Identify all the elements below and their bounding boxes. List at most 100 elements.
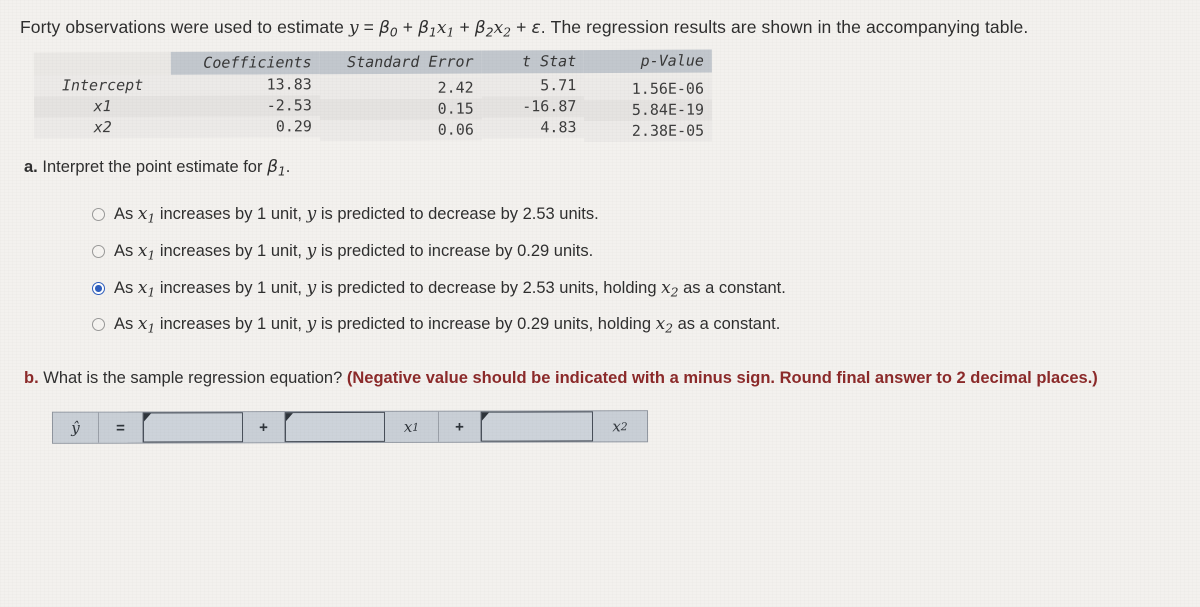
x1-term: x1 <box>437 18 455 40</box>
x1-var-subscript: 1 <box>412 420 420 434</box>
part-a-question: a. Interpret the point estimate for β1. <box>24 157 1180 178</box>
radio-button-option-3[interactable] <box>92 281 105 295</box>
prompt-suffix-text: . The regression results are shown in th… <box>540 17 1029 37</box>
option-3-y-symbol: y <box>306 277 317 298</box>
cell-x1-standard-error: 0.15 <box>319 98 482 121</box>
intercept-input-cell[interactable] <box>142 412 244 443</box>
table-header-row: Coefficients Standard Error t Stat p-Val… <box>33 49 712 76</box>
equation-plus-3: + <box>516 17 527 37</box>
prompt-prefix-text: Forty observations were used to estimate <box>20 17 345 37</box>
option-4-middle-text: increases by 1 unit, <box>159 315 303 334</box>
header-standard-error: Standard Error <box>319 50 482 75</box>
option-1-variable: x1 <box>138 204 156 226</box>
option-4-y-symbol: y <box>306 314 317 335</box>
option-4-variable: x1 <box>137 314 156 336</box>
x1-subscript: 1 <box>446 25 455 40</box>
beta1-term: β1 <box>418 18 437 40</box>
option-label-2: As x1 increases by 1 unit, y is predicte… <box>114 241 593 264</box>
option-4-prefix: As <box>114 315 134 334</box>
row-label-x1: x1 <box>34 95 172 118</box>
part-a-beta1: β1 <box>267 156 286 179</box>
beta0-subscript: 0 <box>389 25 398 40</box>
regression-results-table: Coefficients Standard Error t Stat p-Val… <box>33 49 713 143</box>
radio-button-option-4[interactable] <box>92 318 105 332</box>
option-2-prefix: As <box>114 242 134 261</box>
b1-input-cell[interactable] <box>284 412 386 443</box>
x1-variable-label: x1 <box>384 412 440 443</box>
beta2-symbol: β <box>474 18 486 38</box>
cell-intercept-coefficient: 13.83 <box>171 74 320 96</box>
option-1-y-symbol: y <box>306 204 317 225</box>
option-2-middle-text: increases by 1 unit, <box>159 242 303 261</box>
option-2-var-symbol: x <box>137 241 148 262</box>
x1-var-symbol: x <box>403 418 413 437</box>
equals-label: = <box>98 412 144 444</box>
x2-term: x2 <box>493 18 512 40</box>
option-3-holding-tail: as a constant. <box>683 278 786 297</box>
part-a-options-group[interactable]: As x1 increases by 1 unit, y is predicte… <box>92 204 1180 337</box>
option-label-3: As x1 increases by 1 unit, y is predicte… <box>114 278 786 301</box>
option-3-tail-text: is predicted to decrease by 2.53 units, … <box>320 278 657 297</box>
option-2-var-subscript: 1 <box>147 248 156 263</box>
x2-symbol: x <box>493 18 504 38</box>
x2-variable-label: x2 <box>592 411 648 442</box>
equation-equals: = <box>363 17 374 37</box>
cell-x2-p-value: 2.38E-05 <box>584 120 713 143</box>
b1-input[interactable] <box>285 413 385 442</box>
option-3-prefix: As <box>114 278 134 297</box>
option-label-1: As x1 increases by 1 unit, y is predicte… <box>114 204 599 227</box>
option-row-1[interactable]: As x1 increases by 1 unit, y is predicte… <box>92 204 1180 227</box>
part-b-label: b. <box>24 369 39 388</box>
part-b-note: (Negative value should be indicated with… <box>346 369 1098 388</box>
part-b-text: What is the sample regression equation? <box>43 369 343 388</box>
option-1-tail-text: is predicted to decrease by 2.53 units. <box>320 205 599 224</box>
option-3-holding-var-subscript: 2 <box>670 285 679 300</box>
cell-intercept-t-stat: 5.71 <box>481 75 585 97</box>
row-label-intercept: Intercept <box>33 74 172 97</box>
table-corner-header <box>33 51 172 76</box>
x2-var-subscript: 2 <box>620 420 628 434</box>
part-a-beta-subscript: 1 <box>277 164 286 179</box>
beta1-symbol: β <box>418 18 430 38</box>
option-2-tail-text: is predicted to increase by 0.29 units. <box>320 242 594 261</box>
equation-plus-2: + <box>459 17 470 37</box>
header-coefficients: Coefficients <box>171 51 320 75</box>
intercept-input[interactable] <box>143 413 243 442</box>
option-4-holding-variable: x2 <box>655 314 673 336</box>
quiz-page: Forty observations were used to estimate… <box>0 0 1200 445</box>
part-a-beta-symbol: β <box>267 156 278 177</box>
plus-operator-2: + <box>438 412 482 443</box>
b2-input[interactable] <box>481 412 593 442</box>
question-prompt: Forty observations were used to estimate… <box>20 16 1180 41</box>
option-row-3[interactable]: As x1 increases by 1 unit, y is predicte… <box>92 278 1180 301</box>
option-3-var-symbol: x <box>137 277 148 298</box>
option-1-middle-text: increases by 1 unit, <box>159 205 303 224</box>
part-a-label: a. <box>24 157 38 176</box>
beta2-subscript: 2 <box>485 25 494 40</box>
yhat-label: ŷ <box>52 413 100 444</box>
radio-button-option-1[interactable] <box>92 208 105 222</box>
header-t-stat: t Stat <box>481 50 585 74</box>
option-row-2[interactable]: As x1 increases by 1 unit, y is predicte… <box>92 241 1180 264</box>
option-4-holding-var-subscript: 2 <box>665 321 673 336</box>
beta1-subscript: 1 <box>429 25 437 40</box>
b2-input-cell[interactable] <box>480 411 594 443</box>
option-row-4[interactable]: As x1 increases by 1 unit, y is predicte… <box>92 314 1180 337</box>
option-2-variable: x1 <box>137 241 156 263</box>
cell-x1-coefficient: -2.53 <box>171 95 320 117</box>
option-4-var-subscript: 1 <box>147 321 156 336</box>
radio-button-option-2[interactable] <box>92 245 105 259</box>
answer-equation-row[interactable]: ŷ = + x1 + x2 <box>51 410 649 445</box>
x2-subscript: 2 <box>503 25 512 40</box>
option-4-tail-text: is predicted to increase by 0.29 units, … <box>320 315 652 334</box>
option-3-variable: x1 <box>137 277 156 300</box>
equation-lhs: y <box>348 18 359 38</box>
option-1-var-subscript: 1 <box>147 211 156 226</box>
row-label-x2: x2 <box>34 116 172 139</box>
header-p-value: p-Value <box>584 49 712 74</box>
option-4-var-symbol: x <box>137 314 148 335</box>
option-3-var-subscript: 1 <box>147 285 156 300</box>
cell-x2-standard-error: 0.06 <box>319 119 482 142</box>
table-row: Intercept 13.83 2.42 5.71 1.56E-06 <box>33 72 713 101</box>
option-4-holding-var-symbol: x <box>655 314 666 335</box>
